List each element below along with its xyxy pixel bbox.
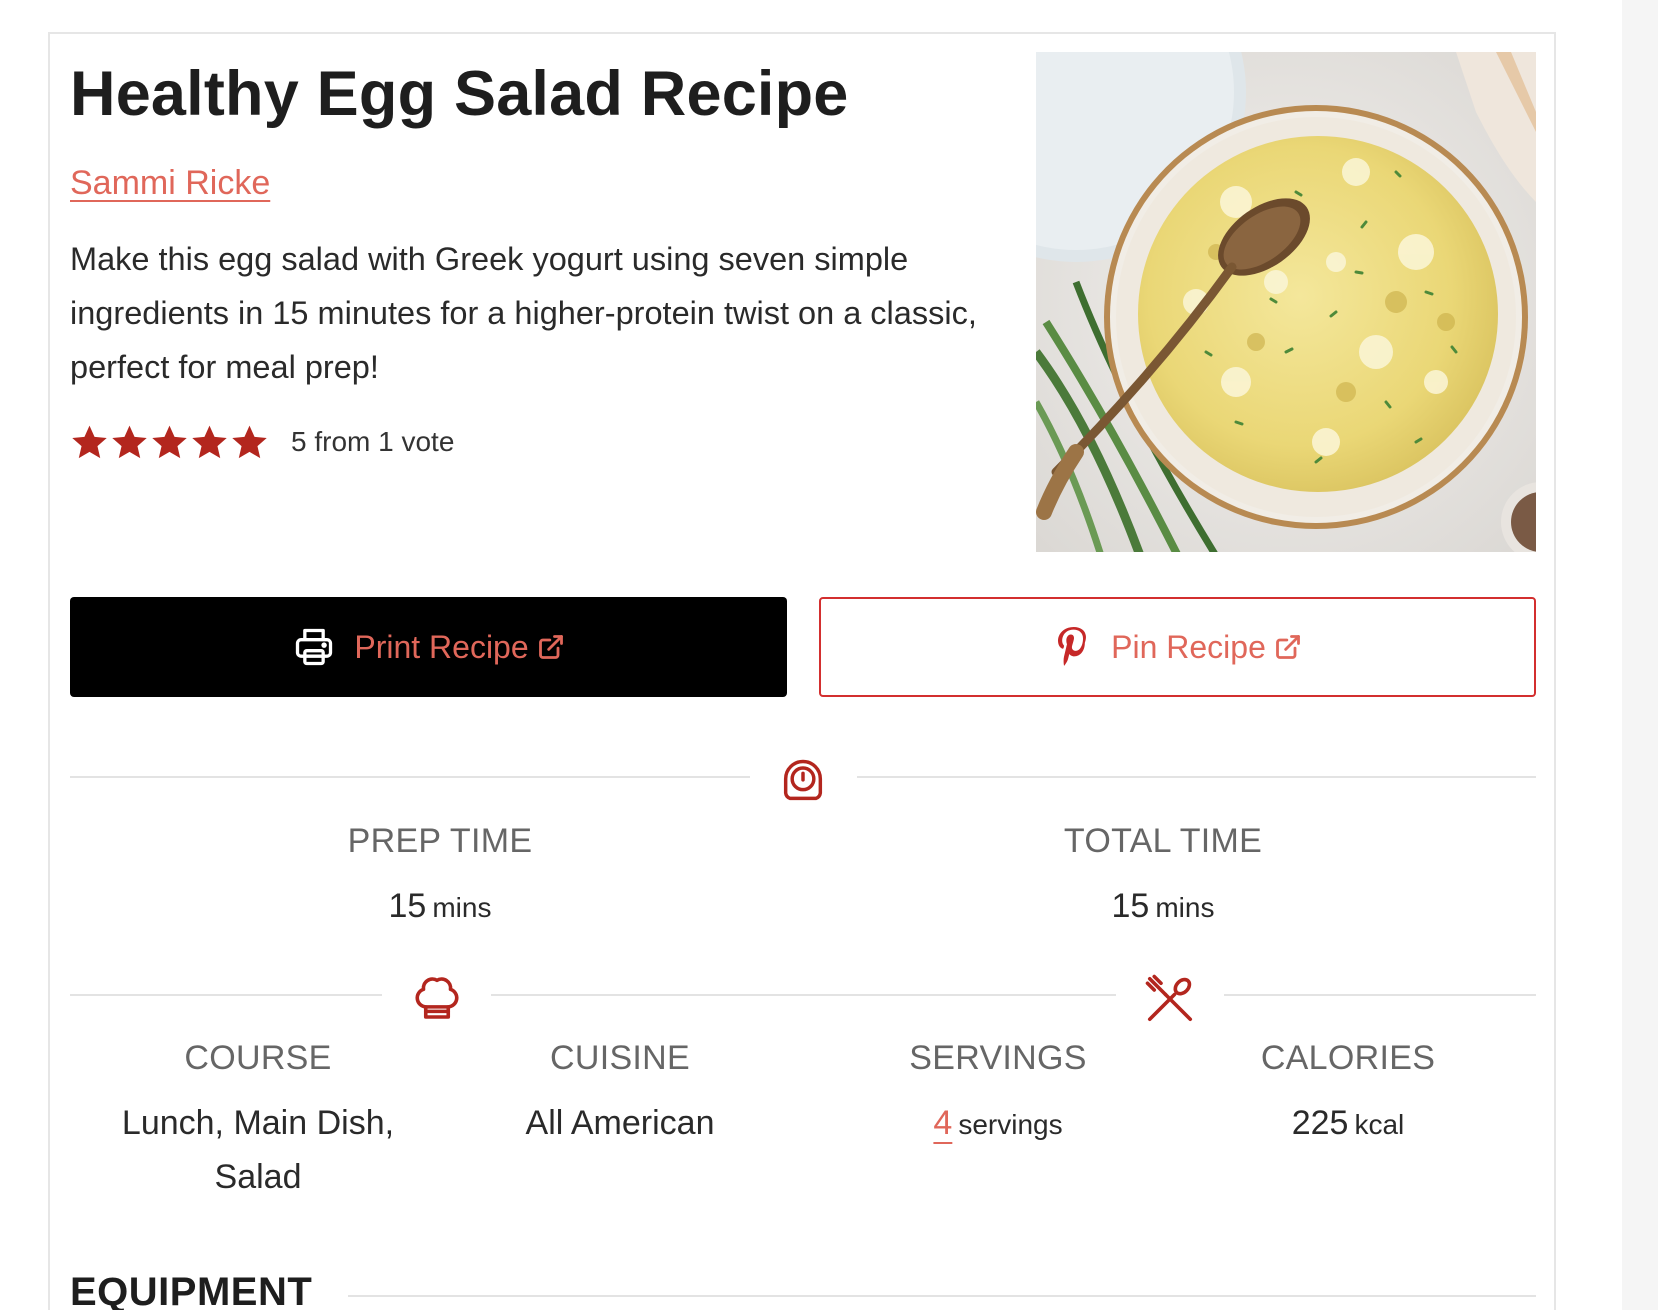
star-icon[interactable] (110, 423, 149, 462)
calories-value: 225 (1291, 1104, 1349, 1142)
calories-label: CALORIES (1260, 1039, 1436, 1077)
times-divider-left (70, 776, 750, 778)
calories: CALORIES 225 kcal (1198, 1039, 1498, 1152)
egg-salad-bowl-image (1036, 52, 1536, 552)
total-time-value-row: 15 mins (1013, 879, 1313, 935)
pinterest-icon (1053, 625, 1093, 669)
prep-time: PREP TIME 15 mins (290, 822, 590, 935)
equipment-divider (348, 1295, 1536, 1297)
servings: SERVINGS 4 servings (848, 1039, 1148, 1152)
recipe-summary: Make this egg salad with Greek yogurt us… (70, 241, 977, 385)
total-time-unit: mins (1155, 892, 1215, 923)
fork-knife-icon (1141, 970, 1199, 1028)
course: COURSE Lunch, Main Dish, Salad (88, 1039, 428, 1204)
pin-recipe-button[interactable]: Pin Recipe (819, 597, 1536, 697)
external-link-icon (537, 633, 565, 661)
prep-time-unit: mins (432, 892, 492, 923)
total-time-label: TOTAL TIME (1063, 822, 1263, 860)
course-divider-right (491, 994, 1116, 996)
total-time-value: 15 (1111, 887, 1150, 925)
timer-icon (776, 754, 830, 808)
equipment-heading: EQUIPMENT (70, 1270, 313, 1310)
star-icon[interactable] (190, 423, 229, 462)
prep-time-value: 15 (388, 887, 427, 925)
servings-divider-right (1224, 994, 1536, 996)
times-divider-right (857, 776, 1536, 778)
recipe-rating: 5 from 1 vote (70, 420, 454, 464)
servings-value-row: 4 servings (848, 1096, 1148, 1152)
star-icon[interactable] (70, 423, 109, 462)
cuisine-label: CUISINE (549, 1039, 690, 1077)
servings-unit: servings (958, 1109, 1063, 1140)
recipe-title: Healthy Egg Salad Recipe (70, 59, 849, 129)
page-gutter (1622, 0, 1658, 1310)
printer-icon (292, 625, 336, 669)
course-value: Lunch, Main Dish, Salad (121, 1104, 395, 1196)
calories-unit: kcal (1354, 1109, 1405, 1140)
servings-label: SERVINGS (909, 1039, 1087, 1077)
star-icon[interactable] (230, 423, 269, 462)
prep-time-value-row: 15 mins (290, 879, 590, 935)
pin-recipe-label: Pin Recipe (1111, 628, 1266, 665)
author-link[interactable]: Sammi Ricke (70, 164, 270, 203)
print-recipe-button[interactable]: Print Recipe (70, 597, 787, 697)
star-rating[interactable] (70, 423, 269, 462)
chef-hat-icon (408, 970, 466, 1028)
total-time: TOTAL TIME 15 mins (1013, 822, 1313, 935)
recipe-page: Healthy Egg Salad Recipe Sammi Ricke Mak… (0, 0, 1658, 1310)
cuisine: CUISINE All American (470, 1039, 770, 1150)
course-divider-left (70, 994, 382, 996)
recipe-photo (1036, 52, 1536, 552)
rating-text: 5 from 1 vote (291, 426, 455, 457)
external-link-icon (1274, 633, 1302, 661)
cuisine-value: All American (525, 1104, 715, 1142)
calories-value-row: 225 kcal (1198, 1096, 1498, 1152)
servings-adjust-link[interactable]: 4 (933, 1104, 952, 1142)
prep-time-label: PREP TIME (347, 822, 533, 860)
print-recipe-label: Print Recipe (354, 628, 529, 665)
star-icon[interactable] (150, 423, 189, 462)
course-label: COURSE (184, 1039, 332, 1077)
